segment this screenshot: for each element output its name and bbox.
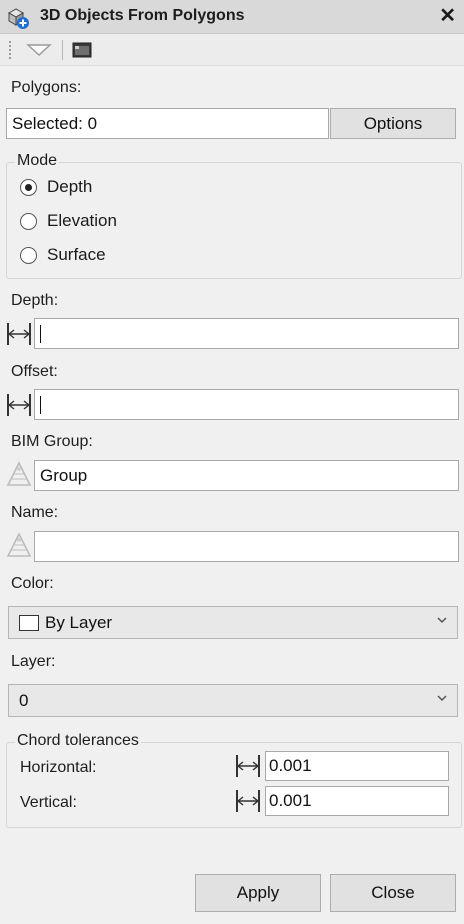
layer-dropdown-value: 0 xyxy=(19,690,29,710)
surface-radio-label: Surface xyxy=(47,245,106,264)
text-caret xyxy=(40,395,41,414)
chord-tolerances-title: Chord tolerances xyxy=(15,732,141,750)
apply-button[interactable]: Apply xyxy=(195,874,321,912)
dimension-icon xyxy=(7,394,31,416)
mode-group-title: Mode xyxy=(15,152,60,170)
depth-radio-label: Depth xyxy=(47,177,93,196)
color-swatch xyxy=(19,614,39,631)
polygons-label: Polygons: xyxy=(11,79,82,96)
toolbar xyxy=(0,34,464,66)
window-title: 3D Objects From Polygons xyxy=(40,7,245,24)
mode-option-surface[interactable]: Surface xyxy=(20,245,106,265)
depth-label: Depth: xyxy=(11,292,59,309)
dropdown-triangle-icon[interactable] xyxy=(26,43,52,57)
depth-radio[interactable] xyxy=(20,178,37,196)
dimension-icon xyxy=(236,790,260,812)
grip-icon[interactable] xyxy=(8,40,12,60)
bim-group-label: BIM Group: xyxy=(11,433,93,450)
title-bar: 3D Objects From Polygons ✕ xyxy=(0,0,464,34)
dimension-icon xyxy=(236,755,260,777)
offset-label: Offset: xyxy=(11,363,58,380)
layer-label: Layer: xyxy=(11,653,56,670)
mode-option-depth[interactable]: Depth xyxy=(20,177,92,197)
chevron-down-icon xyxy=(437,695,447,702)
polygons-selected-field: Selected: 0 xyxy=(6,108,329,139)
options-button[interactable]: Options xyxy=(330,108,456,139)
color-label: Color: xyxy=(11,575,54,592)
object-icon xyxy=(6,532,32,557)
chevron-down-icon xyxy=(437,617,447,624)
offset-input[interactable] xyxy=(34,389,459,420)
horizontal-tolerance-input[interactable]: 0.001 xyxy=(265,751,449,781)
close-button[interactable]: Close xyxy=(330,874,456,912)
close-icon[interactable]: ✕ xyxy=(439,5,456,27)
mode-option-elevation[interactable]: Elevation xyxy=(20,211,117,231)
object-icon xyxy=(6,461,32,486)
vertical-tolerance-input[interactable]: 0.001 xyxy=(265,786,449,816)
dimension-icon xyxy=(7,323,31,345)
color-dropdown[interactable]: By Layer xyxy=(8,606,458,639)
3d-objects-icon xyxy=(7,8,29,29)
depth-input[interactable] xyxy=(34,318,459,349)
name-label: Name: xyxy=(11,504,59,521)
elevation-radio[interactable] xyxy=(20,212,37,230)
toolbar-separator xyxy=(62,40,63,60)
horizontal-label: Horizontal: xyxy=(20,759,97,776)
bim-group-input[interactable]: Group xyxy=(34,460,459,491)
elevation-radio-label: Elevation xyxy=(47,211,117,230)
window-icon[interactable] xyxy=(72,42,92,58)
vertical-label: Vertical: xyxy=(20,794,77,811)
surface-radio[interactable] xyxy=(20,246,37,264)
name-input[interactable] xyxy=(34,531,459,562)
color-dropdown-value: By Layer xyxy=(45,612,113,632)
layer-dropdown[interactable]: 0 xyxy=(8,684,458,717)
text-caret xyxy=(40,324,41,343)
